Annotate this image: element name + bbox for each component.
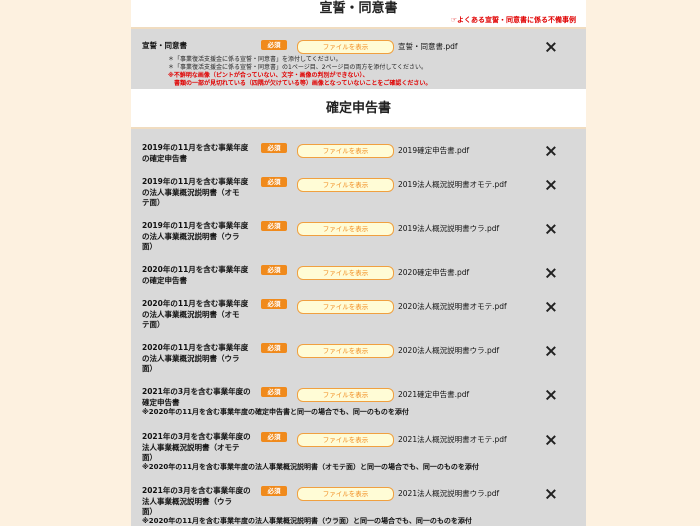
row-label-line3: テ面） <box>142 198 165 207</box>
file-name: 2020確定申告書.pdf <box>398 268 470 277</box>
close-icon[interactable] <box>545 223 557 235</box>
close-icon[interactable] <box>545 267 557 279</box>
close-icon[interactable] <box>545 41 557 53</box>
row-label-line3: 面） <box>142 507 157 516</box>
row-label-line1: 2020年の11月を含む事業年度 <box>142 299 249 308</box>
upload-form-card: 宣誓・同意書 ☞よくある宣誓・同意書に係る不備事例 宣誓・同意書 必須 ファイル… <box>131 0 586 526</box>
row-label-line3: 面） <box>142 242 157 251</box>
oath-warning-1: ※不鮮明な画像（ピントが合っていない、文字・画像の判別ができない）、 <box>168 72 369 79</box>
close-icon[interactable] <box>545 389 557 401</box>
required-badge: 必須 <box>261 486 287 496</box>
row-label-line3: テ面） <box>142 320 165 329</box>
file-name: 宣誓・同意書.pdf <box>398 42 458 51</box>
close-icon[interactable] <box>545 145 557 157</box>
close-icon[interactable] <box>545 301 557 313</box>
row-label-line1: 2021年の3月を含む事業年度の <box>142 432 251 441</box>
faq-link[interactable]: ☞よくある宣誓・同意書に係る不備事例 <box>451 16 576 25</box>
file-name: 2020法人概況説明書オモテ.pdf <box>398 302 507 311</box>
view-file-button[interactable]: ファイルを表示 <box>297 300 394 314</box>
close-icon[interactable] <box>545 345 557 357</box>
file-name: 2019確定申告書.pdf <box>398 146 470 155</box>
file-name: 2021確定申告書.pdf <box>398 390 470 399</box>
close-icon[interactable] <box>545 434 557 446</box>
file-name: 2021法人概況説明書ウラ.pdf <box>398 489 500 498</box>
view-file-button[interactable]: ファイルを表示 <box>297 266 394 280</box>
row-label-line1: 2020年の11月を含む事業年度 <box>142 343 249 352</box>
same-file-note: ※2020年の11月を含む事業年度の確定申告書と同一の場合でも、同一のものを添付 <box>142 408 409 416</box>
required-badge: 必須 <box>261 432 287 442</box>
row-label-line2: 確定申告書 <box>142 397 180 407</box>
file-name: 2020法人概況説明書ウラ.pdf <box>398 346 500 355</box>
row-label-line2: 法人事業概況説明書（オモテ <box>142 442 240 452</box>
required-badge: 必須 <box>261 143 287 153</box>
oath-warning-2: 書類の一部が見切れている（四隅が欠けている等）画像となっていないことをご確認くだ… <box>168 80 432 87</box>
row-label-line3: 面） <box>142 453 157 462</box>
row-label-line2: の法人事業概況説明書（ウラ <box>142 231 240 241</box>
file-name: 2019法人概況説明書ウラ.pdf <box>398 224 500 233</box>
same-file-note: ※2020年の11月を含む事業年度の法人事業概況説明書（オモテ面）と同一の場合で… <box>142 463 479 471</box>
row-label-line1: 2021年の3月を含む事業年度の <box>142 387 251 396</box>
row-label-line2: の確定申告書 <box>142 275 187 285</box>
view-file-button[interactable]: ファイルを表示 <box>297 178 394 192</box>
row-label-line2: の法人事業概況説明書（オモ <box>142 309 240 319</box>
close-icon[interactable] <box>545 488 557 500</box>
row-label-line2: の法人事業概況説明書（オモ <box>142 187 240 197</box>
view-file-button[interactable]: ファイルを表示 <box>297 144 394 158</box>
oath-note-1: ＊「事業復活支援金に係る宣誓・同意書」を添付してください。 <box>168 56 342 63</box>
required-badge: 必須 <box>261 343 287 353</box>
file-name: 2021法人概況説明書オモテ.pdf <box>398 435 507 444</box>
required-badge: 必須 <box>261 299 287 309</box>
view-file-button[interactable]: ファイルを表示 <box>297 433 394 447</box>
oath-note-2: ＊「事業復活支援金に係る宣誓・同意書」の1ページ目、2ページ目の両方を添付してく… <box>168 64 428 71</box>
row-label-line2: の法人事業概況説明書（ウラ <box>142 353 240 363</box>
required-badge: 必須 <box>261 265 287 275</box>
section-title-tax-return: 確定申告書 <box>325 101 391 116</box>
section-header-tax-return: 確定申告書 <box>131 89 586 129</box>
row-label-line1: 2019年の11月を含む事業年度 <box>142 177 249 186</box>
faq-link-text[interactable]: よくある宣誓・同意書に係る不備事例 <box>457 16 576 24</box>
required-badge: 必須 <box>261 387 287 397</box>
row-label-line1: 2021年の3月を含む事業年度の <box>142 486 251 495</box>
section-title-oath: 宣誓・同意書 <box>319 1 398 16</box>
view-file-button[interactable]: ファイルを表示 <box>297 40 394 54</box>
row-label: 宣誓・同意書 <box>142 41 187 50</box>
row-label-line3: 面） <box>142 364 157 373</box>
view-file-button[interactable]: ファイルを表示 <box>297 388 394 402</box>
row-label-line1: 2019年の11月を含む事業年度 <box>142 143 249 152</box>
required-badge: 必須 <box>261 177 287 187</box>
required-badge: 必須 <box>261 221 287 231</box>
row-label-line1: 2020年の11月を含む事業年度 <box>142 265 249 274</box>
view-file-button[interactable]: ファイルを表示 <box>297 222 394 236</box>
row-label-line2: 法人事業概況説明書（ウラ <box>142 496 232 506</box>
row-label-line2: の確定申告書 <box>142 153 187 163</box>
close-icon[interactable] <box>545 179 557 191</box>
view-file-button[interactable]: ファイルを表示 <box>297 344 394 358</box>
file-name: 2019法人概況説明書オモテ.pdf <box>398 180 507 189</box>
view-file-button[interactable]: ファイルを表示 <box>297 487 394 501</box>
required-badge: 必須 <box>261 40 287 50</box>
row-label-line1: 2019年の11月を含む事業年度 <box>142 221 249 230</box>
same-file-note: ※2020年の11月を含む事業年度の法人事業概況説明書（ウラ面）と同一の場合でも… <box>142 517 472 525</box>
